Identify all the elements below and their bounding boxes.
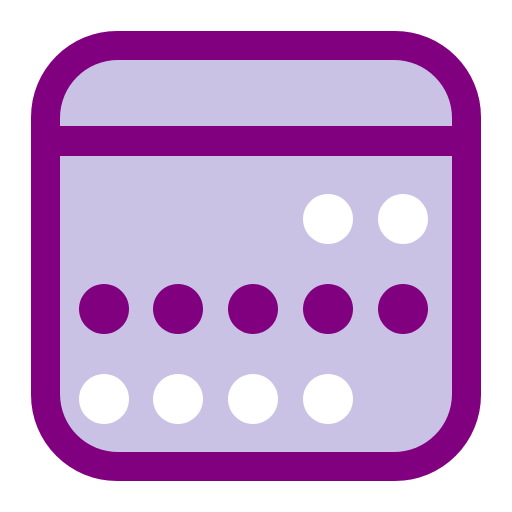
calendar-day-dot-active xyxy=(378,284,428,334)
calendar-header-divider xyxy=(45,126,467,156)
calendar-day-dot-active xyxy=(79,284,129,334)
calendar-day-dot xyxy=(303,374,353,424)
calendar-day-dot xyxy=(153,374,203,424)
calendar-day-dot xyxy=(378,194,428,244)
calendar-day-dot xyxy=(303,194,353,244)
calendar-day-dot-active xyxy=(153,284,203,334)
icon-canvas xyxy=(0,0,512,512)
calendar-icon xyxy=(31,31,481,481)
calendar-day-dot-active xyxy=(303,284,353,334)
calendar-day-dot xyxy=(79,374,129,424)
calendar-day-dot xyxy=(228,374,278,424)
calendar-day-dot-active xyxy=(228,284,278,334)
